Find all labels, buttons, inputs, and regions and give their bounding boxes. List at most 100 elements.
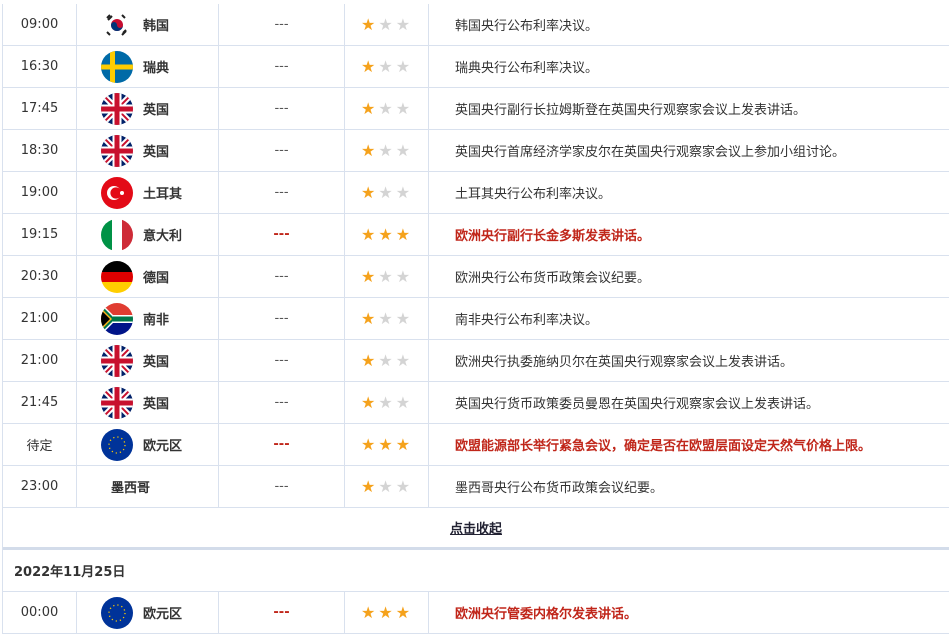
country-cell: 英国: [77, 88, 219, 129]
table-row[interactable]: 17:45 英国 --- ★ ★ ★ 英国央行副行长拉姆斯登在英国央行观察家会议上发…: [3, 88, 949, 130]
flag-za-icon: [101, 302, 133, 335]
flag-kr-icon: [101, 8, 133, 41]
calendar-table: 09:00 韩国 --- ★ ★ ★ 韩国央行公布利率决议。 16:30 瑞典 --…: [2, 4, 949, 634]
collapse-row: 点击收起: [3, 508, 949, 550]
star-empty-icon: ★: [395, 140, 411, 160]
importance-stars: ★ ★ ★: [345, 172, 429, 213]
star-filled-icon: ★: [361, 140, 376, 160]
event-description: 欧洲央行执委施纳贝尔在英国央行观察家会议上发表讲话。: [455, 355, 794, 370]
star-filled-icon: ★: [361, 308, 376, 328]
country-name: 意大利: [143, 229, 183, 244]
event-time: 20:30: [3, 256, 77, 297]
star-empty-icon: ★: [378, 98, 393, 118]
star-filled-icon: ★: [361, 266, 376, 286]
country-name: 英国: [143, 397, 170, 412]
event-value: ---: [219, 172, 345, 213]
date-header: 2022年11月25日: [3, 550, 949, 592]
star-filled-icon: ★: [395, 602, 411, 622]
star-empty-icon: ★: [395, 56, 411, 76]
event-description: 英国央行货币政策委员曼恩在英国央行观察家会议上发表讲话。: [455, 397, 820, 412]
event-value: ---: [219, 424, 345, 465]
star-filled-icon: ★: [361, 182, 376, 202]
event-description: 欧洲央行公布货币政策会议纪要。: [455, 271, 651, 286]
star-empty-icon: ★: [378, 182, 393, 202]
table-row[interactable]: 20:30 德国 --- ★ ★ ★ 欧洲央行公布货币政策会议纪要。: [3, 256, 949, 298]
star-filled-icon: ★: [361, 476, 376, 496]
star-filled-icon: ★: [395, 434, 411, 454]
country-cell: 英国: [77, 382, 219, 423]
event-description: 韩国央行公布利率决议。: [455, 19, 599, 34]
star-filled-icon: ★: [361, 350, 376, 370]
event-time: 17:45: [3, 88, 77, 129]
importance-stars: ★ ★ ★: [345, 424, 429, 465]
event-value: ---: [219, 592, 345, 633]
star-filled-icon: ★: [361, 56, 376, 76]
table-row[interactable]: 21:45 英国 --- ★ ★ ★ 英国央行货币政策委员曼恩在英国央行观察家会议上…: [3, 382, 949, 424]
flag-gb-icon: [101, 386, 133, 419]
country-name: 欧元区: [143, 607, 183, 622]
event-value: ---: [219, 46, 345, 87]
star-empty-icon: ★: [395, 308, 411, 328]
star-empty-icon: ★: [395, 350, 411, 370]
star-filled-icon: ★: [378, 434, 393, 454]
event-description: 英国央行首席经济学家皮尔在英国央行观察家会议上参加小组讨论。: [455, 145, 846, 160]
flag-eu-icon: [101, 428, 133, 461]
table-row[interactable]: 09:00 韩国 --- ★ ★ ★ 韩国央行公布利率决议。: [3, 4, 949, 46]
collapse-link[interactable]: 点击收起: [450, 518, 502, 537]
country-name: 英国: [143, 145, 170, 160]
star-empty-icon: ★: [378, 14, 393, 34]
star-empty-icon: ★: [378, 56, 393, 76]
importance-stars: ★ ★ ★: [345, 214, 429, 255]
importance-stars: ★ ★ ★: [345, 466, 429, 507]
flag-de-icon: [101, 260, 133, 293]
table-row[interactable]: 待定 欧元区 --- ★ ★ ★ 欧盟能源部长举行紧急会议，确定是否在欧盟层面设定天…: [3, 424, 949, 466]
flag-it-icon: [101, 218, 133, 251]
star-filled-icon: ★: [361, 434, 376, 454]
event-value: ---: [219, 382, 345, 423]
importance-stars: ★ ★ ★: [345, 4, 429, 45]
country-name: 土耳其: [143, 187, 183, 202]
star-filled-icon: ★: [361, 392, 376, 412]
star-filled-icon: ★: [361, 224, 376, 244]
event-time: 19:00: [3, 172, 77, 213]
event-time: 23:00: [3, 466, 77, 507]
star-filled-icon: ★: [395, 224, 411, 244]
table-row[interactable]: 19:00 土耳其 --- ★ ★ ★ 土耳其央行公布利率决议。: [3, 172, 949, 214]
event-time: 待定: [3, 424, 77, 465]
event-time: 00:00: [3, 592, 77, 633]
table-row[interactable]: 16:30 瑞典 --- ★ ★ ★ 瑞典央行公布利率决议。: [3, 46, 949, 88]
table-row[interactable]: 00:00 欧元区 --- ★ ★ ★ 欧洲央行管委内格尔发表讲话。: [3, 592, 949, 634]
event-value: ---: [219, 466, 345, 507]
country-cell: 瑞典: [77, 46, 219, 87]
country-name: 德国: [143, 271, 170, 286]
event-value: ---: [219, 130, 345, 171]
event-description: 欧洲央行副行长金多斯发表讲话。: [455, 229, 651, 244]
country-name: 瑞典: [143, 61, 170, 76]
star-empty-icon: ★: [395, 476, 411, 496]
table-row[interactable]: 21:00 南非 --- ★ ★ ★ 南非央行公布利率决议。: [3, 298, 949, 340]
event-description: 英国央行副行长拉姆斯登在英国央行观察家会议上发表讲话。: [455, 103, 807, 118]
event-description: 欧洲央行管委内格尔发表讲话。: [455, 607, 638, 622]
country-name: 韩国: [143, 19, 170, 34]
star-empty-icon: ★: [395, 182, 411, 202]
table-row[interactable]: 18:30 英国 --- ★ ★ ★ 英国央行首席经济学家皮尔在英国央行观察家会议上…: [3, 130, 949, 172]
country-name: 英国: [143, 103, 170, 118]
table-row[interactable]: 19:15 意大利 --- ★ ★ ★ 欧洲央行副行长金多斯发表讲话。: [3, 214, 949, 256]
table-row[interactable]: 21:00 英国 --- ★ ★ ★ 欧洲央行执委施纳贝尔在英国央行观察家会议上发表…: [3, 340, 949, 382]
country-cell: 土耳其: [77, 172, 219, 213]
country-cell: 意大利: [77, 214, 219, 255]
importance-stars: ★ ★ ★: [345, 256, 429, 297]
flag-eu-icon: [101, 596, 133, 629]
table-row[interactable]: 23:00 墨西哥 --- ★ ★ ★ 墨西哥央行公布货币政策会议纪要。: [3, 466, 949, 508]
star-empty-icon: ★: [378, 266, 393, 286]
importance-stars: ★ ★ ★: [345, 592, 429, 633]
star-filled-icon: ★: [378, 602, 393, 622]
event-value: ---: [219, 340, 345, 381]
country-cell: 墨西哥: [77, 466, 219, 507]
star-empty-icon: ★: [395, 14, 411, 34]
country-cell: 南非: [77, 298, 219, 339]
country-cell: 欧元区: [77, 592, 219, 633]
event-description: 墨西哥央行公布货币政策会议纪要。: [455, 481, 664, 496]
star-empty-icon: ★: [378, 476, 393, 496]
star-empty-icon: ★: [395, 98, 411, 118]
